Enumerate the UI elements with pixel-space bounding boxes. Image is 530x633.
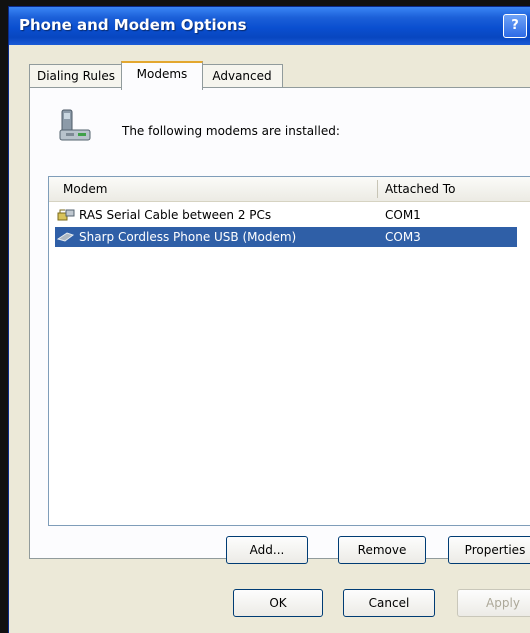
serial-cable-icon	[57, 209, 75, 221]
ok-button[interactable]: OK	[233, 589, 323, 617]
modems-tab-panel: The following modems are installed: Mode…	[29, 87, 530, 564]
apply-button[interactable]: Apply	[457, 589, 530, 617]
help-button[interactable]: ?	[503, 14, 527, 38]
column-modem[interactable]: Modem	[63, 182, 107, 196]
modem-name: RAS Serial Cable between 2 PCs	[79, 208, 272, 222]
list-header: Modem Attached To	[49, 177, 530, 202]
tab-advanced[interactable]: Advanced	[201, 64, 283, 87]
cancel-button[interactable]: Cancel	[343, 589, 435, 617]
window-title: Phone and Modem Options	[19, 16, 247, 34]
column-divider[interactable]	[377, 180, 378, 198]
modem-icon	[59, 109, 91, 141]
properties-button[interactable]: Properties	[448, 536, 530, 564]
modems-installed-text: The following modems are installed:	[122, 124, 340, 138]
modem-name: Sharp Cordless Phone USB (Modem)	[79, 230, 297, 244]
remove-button[interactable]: Remove	[338, 536, 426, 564]
modem-port: COM1	[385, 208, 421, 222]
tab-modems[interactable]: Modems	[121, 61, 203, 90]
help-icon: ?	[511, 18, 519, 33]
column-attached-to[interactable]: Attached To	[385, 182, 455, 196]
list-item[interactable]: RAS Serial Cable between 2 PCs COM1	[55, 205, 517, 225]
modem-list[interactable]: Modem Attached To RAS Serial Cable betwe…	[48, 176, 530, 526]
list-item-selected[interactable]: Sharp Cordless Phone USB (Modem) COM3	[55, 227, 517, 247]
modem-port: COM3	[385, 230, 421, 244]
add-button[interactable]: Add...	[226, 536, 308, 564]
cordless-phone-icon	[57, 232, 75, 242]
title-bar[interactable]: Phone and Modem Options ?	[9, 7, 530, 45]
phone-modem-dialog: Phone and Modem Options ? Dialing Rules …	[8, 6, 530, 633]
tab-dialing-rules[interactable]: Dialing Rules	[29, 64, 123, 87]
